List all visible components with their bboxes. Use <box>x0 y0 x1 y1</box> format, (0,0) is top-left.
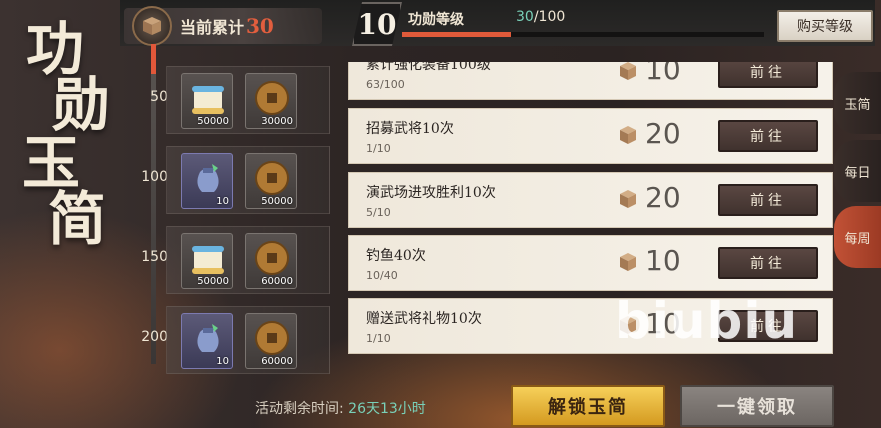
reward-slot[interactable]: 60000 <box>245 233 297 289</box>
task-name: 招募武将10次 <box>366 121 454 137</box>
reward-slot[interactable]: 10 <box>181 313 233 369</box>
reward-slot[interactable]: 50000 <box>181 233 233 289</box>
task-progress: 10/40 <box>366 269 398 282</box>
task-name: 累计强化装备100级 <box>366 62 491 73</box>
task-item: 赠送武将礼物10次 1/10 10 前往 <box>348 298 833 354</box>
reward-quantity: 60000 <box>261 356 293 367</box>
merit-box-icon <box>132 6 172 46</box>
task-list[interactable]: 累计强化装备100级 63/100 10 前往 招募武将10次 1/10 20 … <box>348 62 833 362</box>
reward-quantity: 60000 <box>261 276 293 287</box>
level-progress-fill <box>402 32 511 37</box>
money-bag-icon <box>197 164 219 192</box>
task-progress: 63/100 <box>366 78 405 91</box>
milestone-level: 200 <box>141 329 168 345</box>
buy-level-button[interactable]: 购买等级 <box>777 10 873 42</box>
money-bag-icon <box>197 324 219 352</box>
task-points: 10 <box>645 307 681 340</box>
copper-coin-icon <box>255 321 289 355</box>
remaining-time: 活动剩余时间: 26天13小时 <box>255 398 426 418</box>
unlock-jade-slip-button[interactable]: 解锁玉简 <box>511 385 665 427</box>
page-title: 功 勋 玉 简 <box>0 18 110 250</box>
task-progress: 5/10 <box>366 206 391 219</box>
reward-quantity: 10 <box>216 356 229 367</box>
task-points: 10 <box>645 244 681 277</box>
reward-slot[interactable]: 50000 <box>245 153 297 209</box>
level-progress-current: 30 <box>516 9 534 25</box>
merit-box-icon <box>620 126 636 144</box>
go-button[interactable]: 前往 <box>718 120 818 152</box>
level-progress-bar <box>402 32 764 37</box>
merit-box-icon <box>620 316 636 334</box>
task-item: 钓鱼40次 10/40 10 前往 <box>348 235 833 291</box>
task-name: 钓鱼40次 <box>366 248 426 264</box>
reward-slot[interactable]: 10 <box>181 153 233 209</box>
go-button[interactable]: 前往 <box>718 310 818 342</box>
go-button[interactable]: 前往 <box>718 247 818 279</box>
level-progress-max: 100 <box>538 9 566 25</box>
current-total-label: 当前累计 <box>180 18 245 37</box>
title-char: 勋 <box>52 71 111 139</box>
reward-slot[interactable]: 50000 <box>181 73 233 129</box>
reward-quantity: 50000 <box>197 116 229 127</box>
task-name: 演武场进攻胜利10次 <box>366 185 496 201</box>
task-item: 招募武将10次 1/10 20 前往 <box>348 108 833 164</box>
task-progress: 1/10 <box>366 332 391 345</box>
milestone-level: 100 <box>141 169 168 185</box>
tab-weekly[interactable]: 每周 <box>834 206 881 268</box>
merit-box-icon <box>620 190 636 208</box>
title-char: 简 <box>47 185 106 253</box>
scroll-icon <box>192 86 224 114</box>
milestone-level: 150 <box>141 249 168 265</box>
milestone-rewards-panel: 10 50000 <box>166 146 330 214</box>
merit-box-icon <box>620 62 636 80</box>
merit-box-icon <box>620 253 636 271</box>
copper-coin-icon <box>255 241 289 275</box>
tab-jade-slip[interactable]: 玉简 <box>834 72 881 134</box>
task-points: 10 <box>645 62 681 86</box>
reward-quantity: 30000 <box>261 116 293 127</box>
level-number: 10 <box>357 7 397 41</box>
scroll-icon <box>192 246 224 274</box>
task-points: 20 <box>645 181 681 214</box>
milestone-row: 200 10 60000 <box>130 306 350 376</box>
reward-slot[interactable]: 30000 <box>245 73 297 129</box>
task-progress: 1/10 <box>366 142 391 155</box>
level-progress-text: 30/100 <box>516 9 565 25</box>
task-item: 演武场进攻胜利10次 5/10 20 前往 <box>348 172 833 228</box>
milestone-row: 100 10 50000 <box>130 146 350 216</box>
milestone-row: 150 50000 60000 <box>130 226 350 296</box>
milestone-rewards-panel: 10 60000 <box>166 306 330 374</box>
copper-coin-icon <box>255 81 289 115</box>
milestone-rewards-panel: 50000 30000 <box>166 66 330 134</box>
milestone-rewards-panel: 50000 60000 <box>166 226 330 294</box>
task-item: 累计强化装备100级 63/100 10 前往 <box>348 62 833 100</box>
reward-slot[interactable]: 60000 <box>245 313 297 369</box>
reward-quantity: 50000 <box>197 276 229 287</box>
reward-quantity: 10 <box>216 196 229 207</box>
task-name: 赠送武将礼物10次 <box>366 311 482 327</box>
remaining-time-value: 26天13小时 <box>348 401 426 417</box>
task-points: 20 <box>645 117 681 150</box>
reward-quantity: 50000 <box>261 196 293 207</box>
level-label: 功勋等级 <box>408 12 464 28</box>
milestone-level: 50 <box>150 89 168 105</box>
copper-coin-icon <box>255 161 289 195</box>
current-total-value: 30 <box>246 14 274 38</box>
go-button[interactable]: 前往 <box>718 62 818 88</box>
claim-all-button[interactable]: 一键领取 <box>680 385 834 427</box>
go-button[interactable]: 前往 <box>718 184 818 216</box>
remaining-time-label: 活动剩余时间: <box>255 401 344 417</box>
current-total-panel: 当前累计 30 <box>124 6 322 46</box>
milestone-row: 50 50000 30000 <box>130 66 350 136</box>
tab-daily[interactable]: 每日 <box>834 140 881 202</box>
